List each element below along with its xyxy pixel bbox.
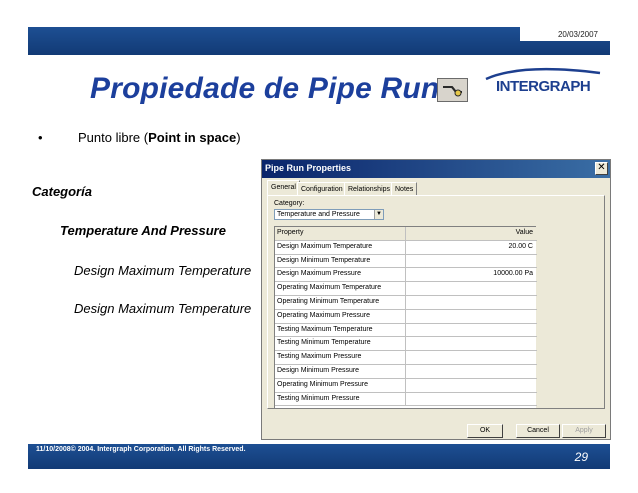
property-name-cell: Testing Minimum Temperature (277, 339, 371, 347)
tab-relationships[interactable]: Relationships (344, 182, 395, 196)
bullet-marker: • (38, 130, 43, 145)
category-select[interactable]: Temperature and Pressure ▼ (274, 209, 384, 220)
property-value-cell[interactable]: 10000.00 Pa (406, 268, 535, 281)
header-date: 20/03/2007 (557, 30, 598, 39)
tab-notes[interactable]: Notes (391, 182, 418, 196)
grid-header-value: Value (515, 229, 533, 236)
table-row[interactable]: Design Maximum Temperature 20.00 C (275, 240, 537, 255)
apply-button[interactable]: Apply (562, 424, 606, 438)
property-value-cell[interactable] (406, 379, 535, 392)
property-name-cell: Design Maximum Temperature (277, 242, 373, 250)
label-temperature-pressure: Temperature And Pressure (60, 223, 226, 238)
table-row[interactable]: Operating Minimum Temperature (275, 296, 537, 310)
property-name-cell: Testing Maximum Temperature (277, 325, 373, 333)
property-value-cell[interactable] (406, 365, 535, 378)
property-name-cell: Testing Maximum Pressure (277, 353, 362, 361)
header-bar: 20/03/2007 (28, 27, 610, 55)
property-grid: Property Value Design Maximum Temperatur… (274, 226, 537, 408)
table-row[interactable]: Testing Maximum Pressure (275, 351, 537, 365)
property-value-cell[interactable] (406, 282, 535, 295)
grid-header-row: Property Value (275, 227, 537, 241)
pipe-run-icon (437, 78, 468, 102)
property-name-cell: Testing Minimum Pressure (277, 394, 360, 402)
dialog-title: Pipe Run Properties (265, 163, 352, 173)
close-icon[interactable]: ✕ (595, 162, 608, 175)
dialog-titlebar[interactable]: Pipe Run Properties ✕ (262, 160, 610, 178)
bullet-text-post: ) (236, 130, 241, 145)
label-design-max-temp-2: Design Maximum Temperature (74, 301, 252, 316)
property-value-cell[interactable] (406, 310, 535, 323)
property-value-cell[interactable] (406, 337, 535, 350)
table-row[interactable]: Operating Minimum Pressure (275, 378, 537, 393)
tab-general[interactable]: General (267, 180, 300, 196)
table-row[interactable]: Design Minimum Temperature (275, 254, 537, 269)
table-row[interactable]: Testing Maximum Temperature (275, 323, 537, 338)
property-value-cell[interactable] (406, 324, 535, 337)
ok-button[interactable]: OK (467, 424, 503, 438)
chevron-down-icon[interactable]: ▼ (374, 210, 383, 219)
property-value-cell[interactable] (406, 296, 535, 309)
cancel-button[interactable]: Cancel (516, 424, 560, 438)
table-row[interactable]: Design Maximum Pressure 10000.00 Pa (275, 268, 537, 283)
property-value-cell[interactable] (406, 393, 535, 406)
category-field-label: Category: (274, 200, 305, 207)
label-design-max-temp-1: Design Maximum Temperature (74, 263, 252, 278)
table-row[interactable]: Testing Minimum Pressure (275, 392, 537, 407)
property-name-cell: Operating Minimum Temperature (277, 298, 380, 305)
tab-configuration[interactable]: Configuration (297, 182, 347, 196)
table-row[interactable]: Operating Maximum Pressure (275, 309, 537, 324)
property-name-cell: Design Maximum Pressure (277, 270, 362, 278)
property-value-cell[interactable]: 20.00 C (406, 241, 535, 254)
label-category: Categoría (32, 184, 92, 199)
page-number: 29 (574, 450, 588, 464)
slide-title: Propiedade de Pipe Run (90, 72, 440, 105)
property-name-cell: Design Minimum Pressure (277, 367, 360, 374)
property-name-cell: Operating Maximum Temperature (277, 284, 382, 292)
bullet-text-pre: Punto libre ( (78, 130, 149, 145)
bullet-text-bold: Point in space (148, 130, 237, 145)
property-value-cell[interactable] (406, 255, 535, 268)
grid-header-property: Property (277, 229, 304, 236)
property-name-cell: Operating Maximum Pressure (277, 311, 370, 319)
property-value-cell[interactable] (406, 351, 535, 364)
property-name-cell: Design Minimum Temperature (277, 256, 371, 264)
bullet-text: Punto libre (Point in space) (78, 130, 241, 145)
table-row[interactable]: Testing Minimum Temperature (275, 337, 537, 352)
property-name-cell: Operating Minimum Pressure (277, 380, 369, 388)
footer-copyright: 11/10/2008© 2004. Intergraph Corporation… (36, 446, 246, 453)
table-row[interactable]: Operating Maximum Temperature (275, 282, 537, 296)
intergraph-logo: INTERGRAPH (496, 78, 591, 95)
table-row[interactable]: Design Minimum Pressure (275, 365, 537, 379)
pipe-run-properties-dialog: Pipe Run Properties ✕ General Configurat… (261, 159, 611, 440)
category-select-value: Temperature and Pressure (277, 211, 360, 218)
